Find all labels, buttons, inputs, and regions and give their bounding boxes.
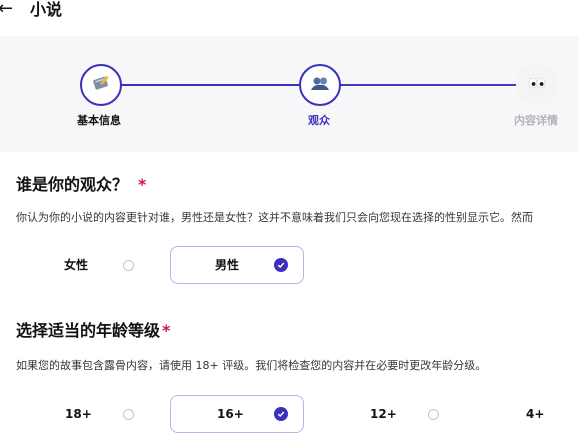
notebook-pen-icon: [90, 72, 112, 98]
radio-unchecked-icon[interactable]: [123, 259, 134, 271]
page-title: 小说: [30, 0, 63, 19]
step-1-circle[interactable]: [80, 64, 122, 106]
age-option-16[interactable]: 16+: [170, 395, 304, 433]
step-2-label: 观众: [308, 114, 330, 127]
header: ← 小说: [0, 0, 578, 24]
age-title-text: 选择适当的年龄等级: [16, 321, 161, 340]
eyes-icon: [526, 72, 548, 98]
step-1-label: 基本信息: [77, 114, 121, 127]
option-label: 18+: [65, 407, 92, 421]
audience-option-male[interactable]: 男性: [170, 246, 304, 284]
option-label: 4+: [526, 407, 545, 421]
audience-description: 你认为你的小说的内容更针对谁，男性还是女性？这并不意味着我们只会向您现在选择的性…: [16, 211, 533, 224]
step-2-circle[interactable]: [299, 64, 341, 106]
stepper-track-remaining: [320, 84, 536, 86]
step-3-circle[interactable]: [516, 64, 558, 106]
progress-stepper: 基本信息 观众 内容详情: [0, 36, 578, 152]
stepper-track-completed: [102, 84, 320, 86]
option-label: 12+: [370, 407, 397, 421]
age-section-title: 选择适当的年龄等级 *: [16, 321, 170, 341]
age-option-4[interactable]: 4+: [500, 395, 578, 433]
option-label: 男性: [215, 258, 240, 272]
radio-unchecked-icon[interactable]: [428, 408, 439, 420]
step-3-label: 内容详情: [514, 114, 558, 127]
age-option-18[interactable]: 18+: [30, 395, 160, 433]
required-mark: *: [138, 175, 147, 194]
option-label: 女性: [64, 258, 89, 272]
radio-checked-icon[interactable]: [274, 258, 288, 272]
audience-section-title: 谁是你的观众？ *: [16, 175, 146, 195]
radio-checked-icon[interactable]: [274, 407, 288, 421]
age-description: 如果您的故事包含露骨内容，请使用 18+ 评级。我们将检查您的内容并在必要时更改…: [16, 359, 487, 372]
required-mark: *: [162, 321, 171, 340]
audience-icon: [309, 72, 331, 98]
arrow-left-icon[interactable]: ←: [0, 0, 13, 20]
option-label: 16+: [217, 407, 244, 421]
radio-unchecked-icon[interactable]: [123, 408, 134, 420]
audience-option-female[interactable]: 女性: [30, 246, 160, 284]
audience-title-text: 谁是你的观众？: [16, 175, 129, 194]
age-option-12[interactable]: 12+: [340, 395, 470, 433]
